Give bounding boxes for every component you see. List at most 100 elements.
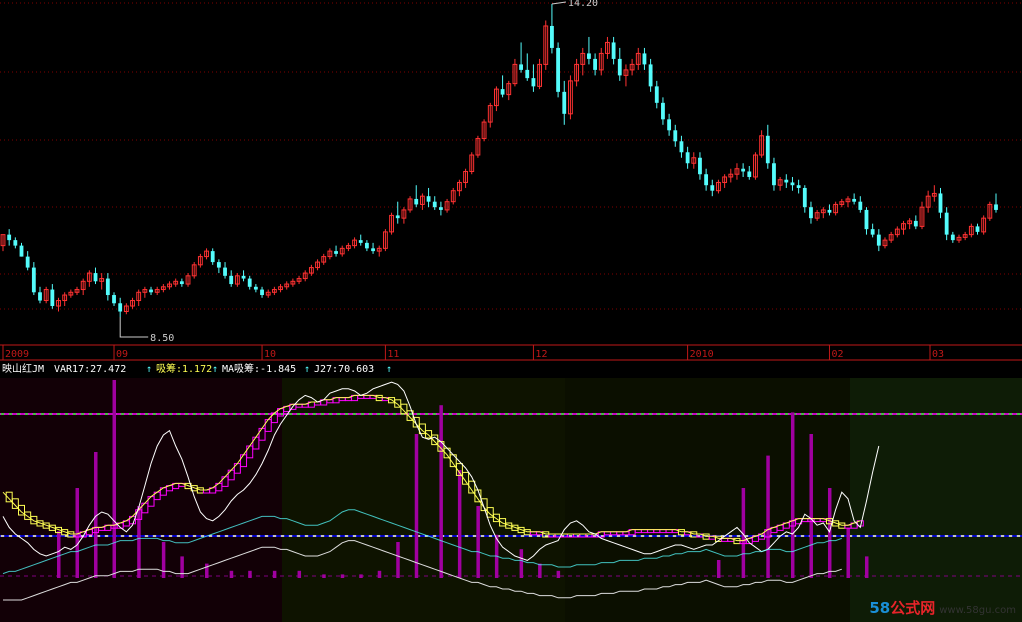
candle-110: [679, 135, 684, 158]
candle-153: [944, 207, 949, 241]
candle-69: [426, 187, 431, 208]
candle-body-129: [796, 185, 801, 188]
candle-62: [382, 229, 388, 252]
xichou-bar-22: [519, 549, 524, 578]
candle-28: [173, 278, 179, 287]
high-price-label: 14.20: [568, 0, 598, 9]
candle-102: [629, 58, 635, 76]
indicator-arrow-2: ↑: [304, 364, 310, 375]
price-grid: [0, 2, 1022, 361]
candle-55: [339, 245, 345, 257]
candle-81: [500, 75, 505, 98]
candle-body-81: [500, 89, 505, 95]
candle-0: [0, 234, 6, 252]
candle-body-1: [7, 234, 12, 241]
candle-body-105: [648, 64, 653, 87]
candle-37: [229, 270, 234, 287]
candle-body-4: [25, 256, 30, 268]
candle-body-110: [679, 141, 684, 153]
candle-135: [833, 201, 839, 216]
candle-39: [241, 270, 246, 282]
candle-11: [68, 289, 74, 298]
candle-body-104: [642, 53, 647, 65]
candle-body-35: [216, 262, 221, 268]
indicator-arrow-1: ↑: [212, 364, 218, 375]
candle-body-19: [118, 303, 123, 312]
candle-13: [80, 278, 86, 296]
candle-150: [925, 190, 931, 213]
candle-body-3: [19, 245, 24, 257]
candle-body-71: [438, 207, 443, 210]
candle-56: [345, 242, 351, 252]
candle-body-142: [876, 234, 881, 246]
candle-body-141: [870, 229, 875, 235]
candle-100: [617, 47, 622, 81]
candle-114: [704, 168, 709, 191]
xichou-bar-5: [161, 542, 166, 578]
candle-128: [790, 176, 795, 191]
candle-129: [796, 179, 801, 194]
candle-body-91: [562, 91, 567, 114]
candle-121: [747, 165, 752, 180]
candle-147: [907, 218, 913, 230]
candle-body-41: [253, 286, 258, 290]
candle-140: [864, 207, 869, 235]
candle-41: [253, 284, 258, 293]
candle-98: [605, 36, 610, 59]
candle-body-134: [827, 209, 832, 213]
candle-66: [407, 196, 413, 213]
candle-33: [204, 248, 209, 260]
candle-16: [99, 273, 105, 290]
candle-94: [580, 47, 586, 76]
xichou-bar-11: [297, 570, 302, 578]
candlestick-series: [0, 4, 998, 317]
candle-body-67: [414, 198, 419, 205]
candle-32: [197, 253, 203, 268]
candle-64: [395, 201, 400, 224]
indicator-arrow-3: ↑: [386, 364, 392, 375]
candle-body-161: [994, 204, 998, 210]
candle-80: [494, 86, 499, 112]
xichou-bar-6: [180, 556, 184, 578]
candle-34: [210, 248, 215, 265]
candle-157: [968, 223, 974, 238]
candle-95: [587, 36, 591, 65]
candle-body-5: [31, 267, 36, 293]
candle-139: [858, 196, 863, 213]
candle-12: [74, 286, 80, 296]
candle-3: [19, 242, 24, 257]
candle-26: [160, 284, 166, 293]
candle-63: [389, 212, 394, 235]
candle-145: [894, 226, 900, 238]
candle-126: [777, 176, 783, 191]
candle-body-139: [858, 201, 863, 210]
candle-29: [179, 278, 184, 287]
candle-30: [185, 273, 191, 287]
indicator-item-0: VAR17:27.472: [54, 364, 126, 375]
candle-138: [852, 193, 857, 205]
candle-106: [654, 80, 659, 109]
candle-5: [31, 262, 36, 296]
xichou-bar-4: [137, 506, 141, 578]
candle-101: [623, 64, 629, 87]
candle-9: [56, 297, 61, 312]
xichou-bar-32: [864, 556, 869, 578]
candle-124: [765, 124, 770, 169]
candle-144: [888, 231, 894, 243]
candle-body-54: [334, 251, 338, 254]
candle-body-8: [50, 289, 55, 307]
candle-73: [450, 187, 456, 205]
candle-25: [154, 286, 160, 296]
xichou-bar-12: [322, 574, 326, 578]
candle-117: [722, 174, 728, 188]
candle-127: [784, 174, 789, 188]
candle-104: [642, 47, 647, 70]
candle-4: [25, 251, 30, 271]
candle-body-109: [673, 130, 678, 142]
candle-body-84: [519, 64, 523, 70]
candle-body-90: [556, 47, 561, 92]
candle-body-89: [550, 25, 554, 48]
candle-body-124: [765, 135, 770, 164]
candle-161: [994, 193, 998, 213]
candle-113: [698, 152, 702, 180]
